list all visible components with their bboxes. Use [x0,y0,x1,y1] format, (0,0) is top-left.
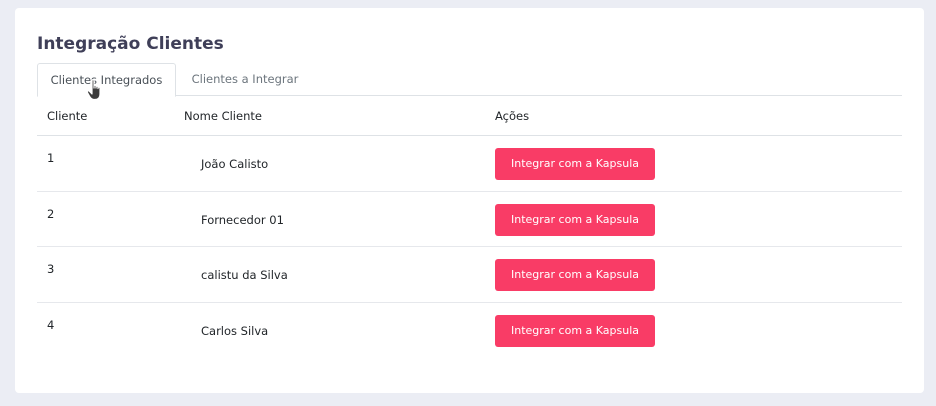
page-title: Integração Clientes [37,34,224,54]
integrate-button[interactable]: Integrar com a Kapsula [495,314,655,347]
integrate-button[interactable]: Integrar com a Kapsula [495,259,655,291]
integrate-button[interactable]: Integrar com a Kapsula [495,203,655,236]
table-row: 2 Fornecedor 01 Integrar com a Kapsula [37,192,902,247]
tab-clientes-a-integrar[interactable]: Clientes a Integrar [180,63,310,96]
client-id: 2 [47,206,55,221]
header-acoes: Ações [495,109,530,123]
client-id: 1 [47,151,55,165]
client-name: Carlos Silva [201,323,269,338]
tab-clientes-integrados[interactable]: Clientes Integrados [37,63,176,97]
table-row: 3 calistu da Silva Integrar com a Kapsul… [37,247,902,303]
header-cliente: Cliente [47,109,88,123]
client-id: 3 [47,262,55,276]
table-header: Cliente Nome Cliente Ações [37,96,902,136]
integrate-button[interactable]: Integrar com a Kapsula [495,148,655,180]
table-row: 4 Carlos Silva Integrar com a Kapsula [37,303,902,359]
client-id: 4 [47,317,55,332]
header-nome-cliente: Nome Cliente [184,109,262,123]
table-row: 1 João Calisto Integrar com a Kapsula [37,136,902,192]
integration-card: Integração Clientes Clientes Integrados … [15,8,924,393]
client-name: João Calisto [201,157,269,171]
client-name: calistu da Silva [201,268,288,282]
hand-pointer-icon [86,79,101,101]
tabs-bar: Clientes Integrados Clientes a Integrar [37,63,902,97]
clients-table: Cliente Nome Cliente Ações 1 João Calist… [37,96,902,358]
client-name: Fornecedor 01 [201,212,284,227]
